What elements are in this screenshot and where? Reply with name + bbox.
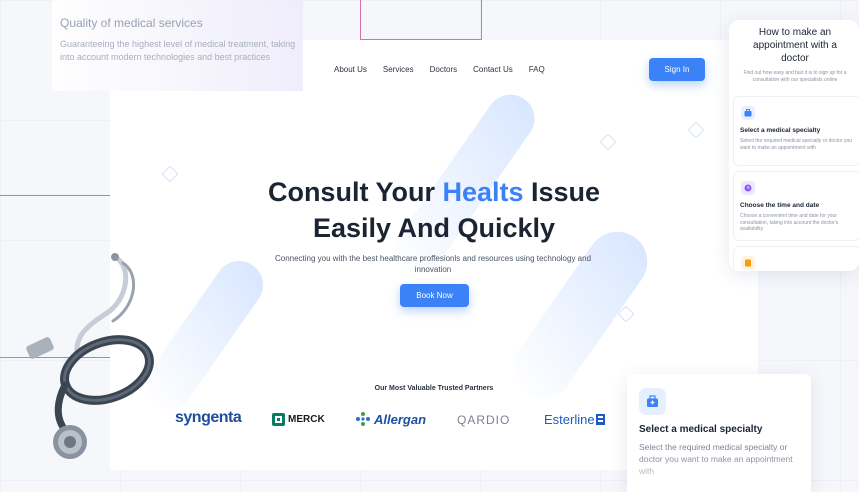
merck-emblem-icon bbox=[272, 413, 285, 426]
decorative-triangle bbox=[599, 133, 617, 151]
step-description: Select the required medical specialty or… bbox=[740, 138, 853, 151]
partner-logo-qardio: QARDIO bbox=[457, 413, 511, 427]
quality-card-description: Guaranteeing the highest level of medica… bbox=[60, 39, 296, 62]
nav-about-us[interactable]: About Us bbox=[334, 65, 367, 74]
quality-card-title: Quality of medical services bbox=[60, 16, 203, 30]
quality-services-card: Quality of medical services Guaranteeing… bbox=[52, 0, 303, 91]
nav-contact-us[interactable]: Contact Us bbox=[473, 65, 513, 74]
sign-in-button[interactable]: Sign In bbox=[649, 58, 705, 81]
stethoscope-illustration bbox=[26, 253, 154, 459]
panel-title: How to make an appointment with a doctor bbox=[753, 27, 837, 64]
briefcase-medical-icon bbox=[639, 388, 666, 415]
document-icon bbox=[741, 256, 755, 270]
hero-subtitle: Connecting you with the best healthcare … bbox=[274, 254, 592, 274]
partner-logo-allergan: Allergan bbox=[355, 411, 426, 427]
clock-icon bbox=[741, 181, 755, 195]
briefcase-medical-icon bbox=[741, 106, 755, 120]
step-card[interactable]: Choose the time and date Choose a conven… bbox=[733, 171, 859, 241]
decorative-outline bbox=[0, 195, 110, 236]
nav-faq[interactable]: FAQ bbox=[529, 65, 545, 74]
partner-logo-syngenta: syngenta bbox=[175, 409, 242, 426]
step-card[interactable]: Select a medical specialty Select the re… bbox=[733, 96, 859, 166]
card-fade-overlay bbox=[627, 455, 811, 492]
allergan-dots-icon bbox=[356, 412, 370, 426]
specialty-card-title: Select a medical specialty bbox=[639, 424, 763, 435]
nav-doctors[interactable]: Doctors bbox=[430, 65, 458, 74]
step-description: Choose a convenient time and date for yo… bbox=[740, 213, 839, 232]
decorative-triangle bbox=[687, 121, 705, 139]
step-title: Select a medical specialty bbox=[740, 127, 821, 134]
panel-subtitle: Find out how easy and fast it is to sign… bbox=[743, 70, 847, 83]
partner-logo-merck: MERCK bbox=[272, 413, 325, 426]
esterline-mark-icon bbox=[595, 414, 605, 425]
step-title: Choose the time and date bbox=[740, 202, 820, 209]
main-nav: About Us Services Doctors Contact Us FAQ bbox=[334, 65, 545, 74]
appointment-steps-panel: How to make an appointment with a doctor… bbox=[729, 20, 859, 271]
hero-title: Consult Your Healts Issue Easily And Qui… bbox=[267, 177, 601, 243]
decorative-outline bbox=[360, 0, 482, 40]
step-card[interactable] bbox=[733, 246, 859, 271]
nav-services[interactable]: Services bbox=[383, 65, 414, 74]
partner-logo-esterline: Esterline bbox=[544, 412, 605, 427]
book-now-button[interactable]: Book Now bbox=[400, 284, 469, 307]
